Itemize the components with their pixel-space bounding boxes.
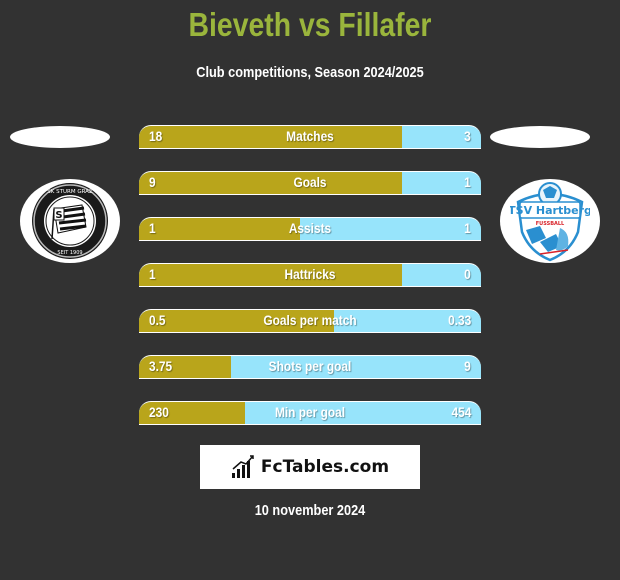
page-title: Bieveth vs Fillafer — [188, 6, 432, 43]
tsv-hartberg-crest-icon: TSV Hartberg FUSSBALL — [510, 182, 590, 262]
svg-text:SEIT 1909: SEIT 1909 — [57, 250, 82, 256]
match-date: 10 november 2024 — [254, 502, 366, 519]
right-value: 9 — [464, 358, 471, 374]
fctables-brand-banner[interactable]: FcTables.com — [200, 445, 420, 489]
svg-text:SK STURM GRAZ: SK STURM GRAZ — [47, 189, 93, 195]
right-team-logo[interactable]: TSV Hartberg FUSSBALL — [500, 179, 600, 263]
left-value: 18 — [149, 128, 163, 144]
sk-sturm-graz-crest-icon: S SK STURM GRAZ SEIT 1909 — [32, 183, 108, 259]
brand-text: FcTables.com — [260, 457, 390, 477]
right-value: 3 — [464, 128, 471, 144]
svg-text:TSV Hartberg: TSV Hartberg — [510, 204, 590, 217]
left-team-logo[interactable]: S SK STURM GRAZ SEIT 1909 — [20, 179, 120, 263]
left-value: 0.5 — [149, 312, 166, 328]
right-value: 0 — [464, 266, 471, 282]
left-team-name-placeholder — [10, 126, 110, 148]
left-value: 9 — [149, 174, 156, 190]
svg-text:FUSSBALL: FUSSBALL — [536, 221, 565, 227]
stat-label: Assists — [288, 220, 332, 236]
stat-label: Min per goal — [274, 404, 346, 420]
stat-label: Shots per goal — [268, 358, 352, 374]
stat-row: Min per goal 230 454 — [139, 401, 481, 425]
right-value: 1 — [464, 220, 471, 236]
stat-row: Goals 9 1 — [139, 171, 481, 195]
left-value: 3.75 — [149, 358, 173, 374]
left-value: 1 — [149, 220, 156, 236]
page-subtitle: Club competitions, Season 2024/2025 — [196, 64, 424, 81]
stat-label: Goals — [293, 174, 327, 190]
bar-chart-icon — [231, 455, 254, 478]
stat-row: Shots per goal 3.75 9 — [139, 355, 481, 379]
stat-label: Hattricks — [284, 266, 336, 282]
right-value: 1 — [464, 174, 471, 190]
stat-row: Goals per match 0.5 0.33 — [139, 309, 481, 333]
svg-text:S: S — [55, 210, 62, 221]
left-value: 1 — [149, 266, 156, 282]
stat-label: Matches — [286, 128, 334, 144]
stat-row: Assists 1 1 — [139, 217, 481, 241]
right-value: 0.33 — [447, 312, 471, 328]
stat-row: Hattricks 1 0 — [139, 263, 481, 287]
right-team-name-placeholder — [490, 126, 590, 148]
stat-label: Goals per match — [263, 312, 357, 328]
stat-row: Matches 18 3 — [139, 125, 481, 149]
left-value: 230 — [149, 404, 169, 420]
right-value: 454 — [451, 404, 471, 420]
